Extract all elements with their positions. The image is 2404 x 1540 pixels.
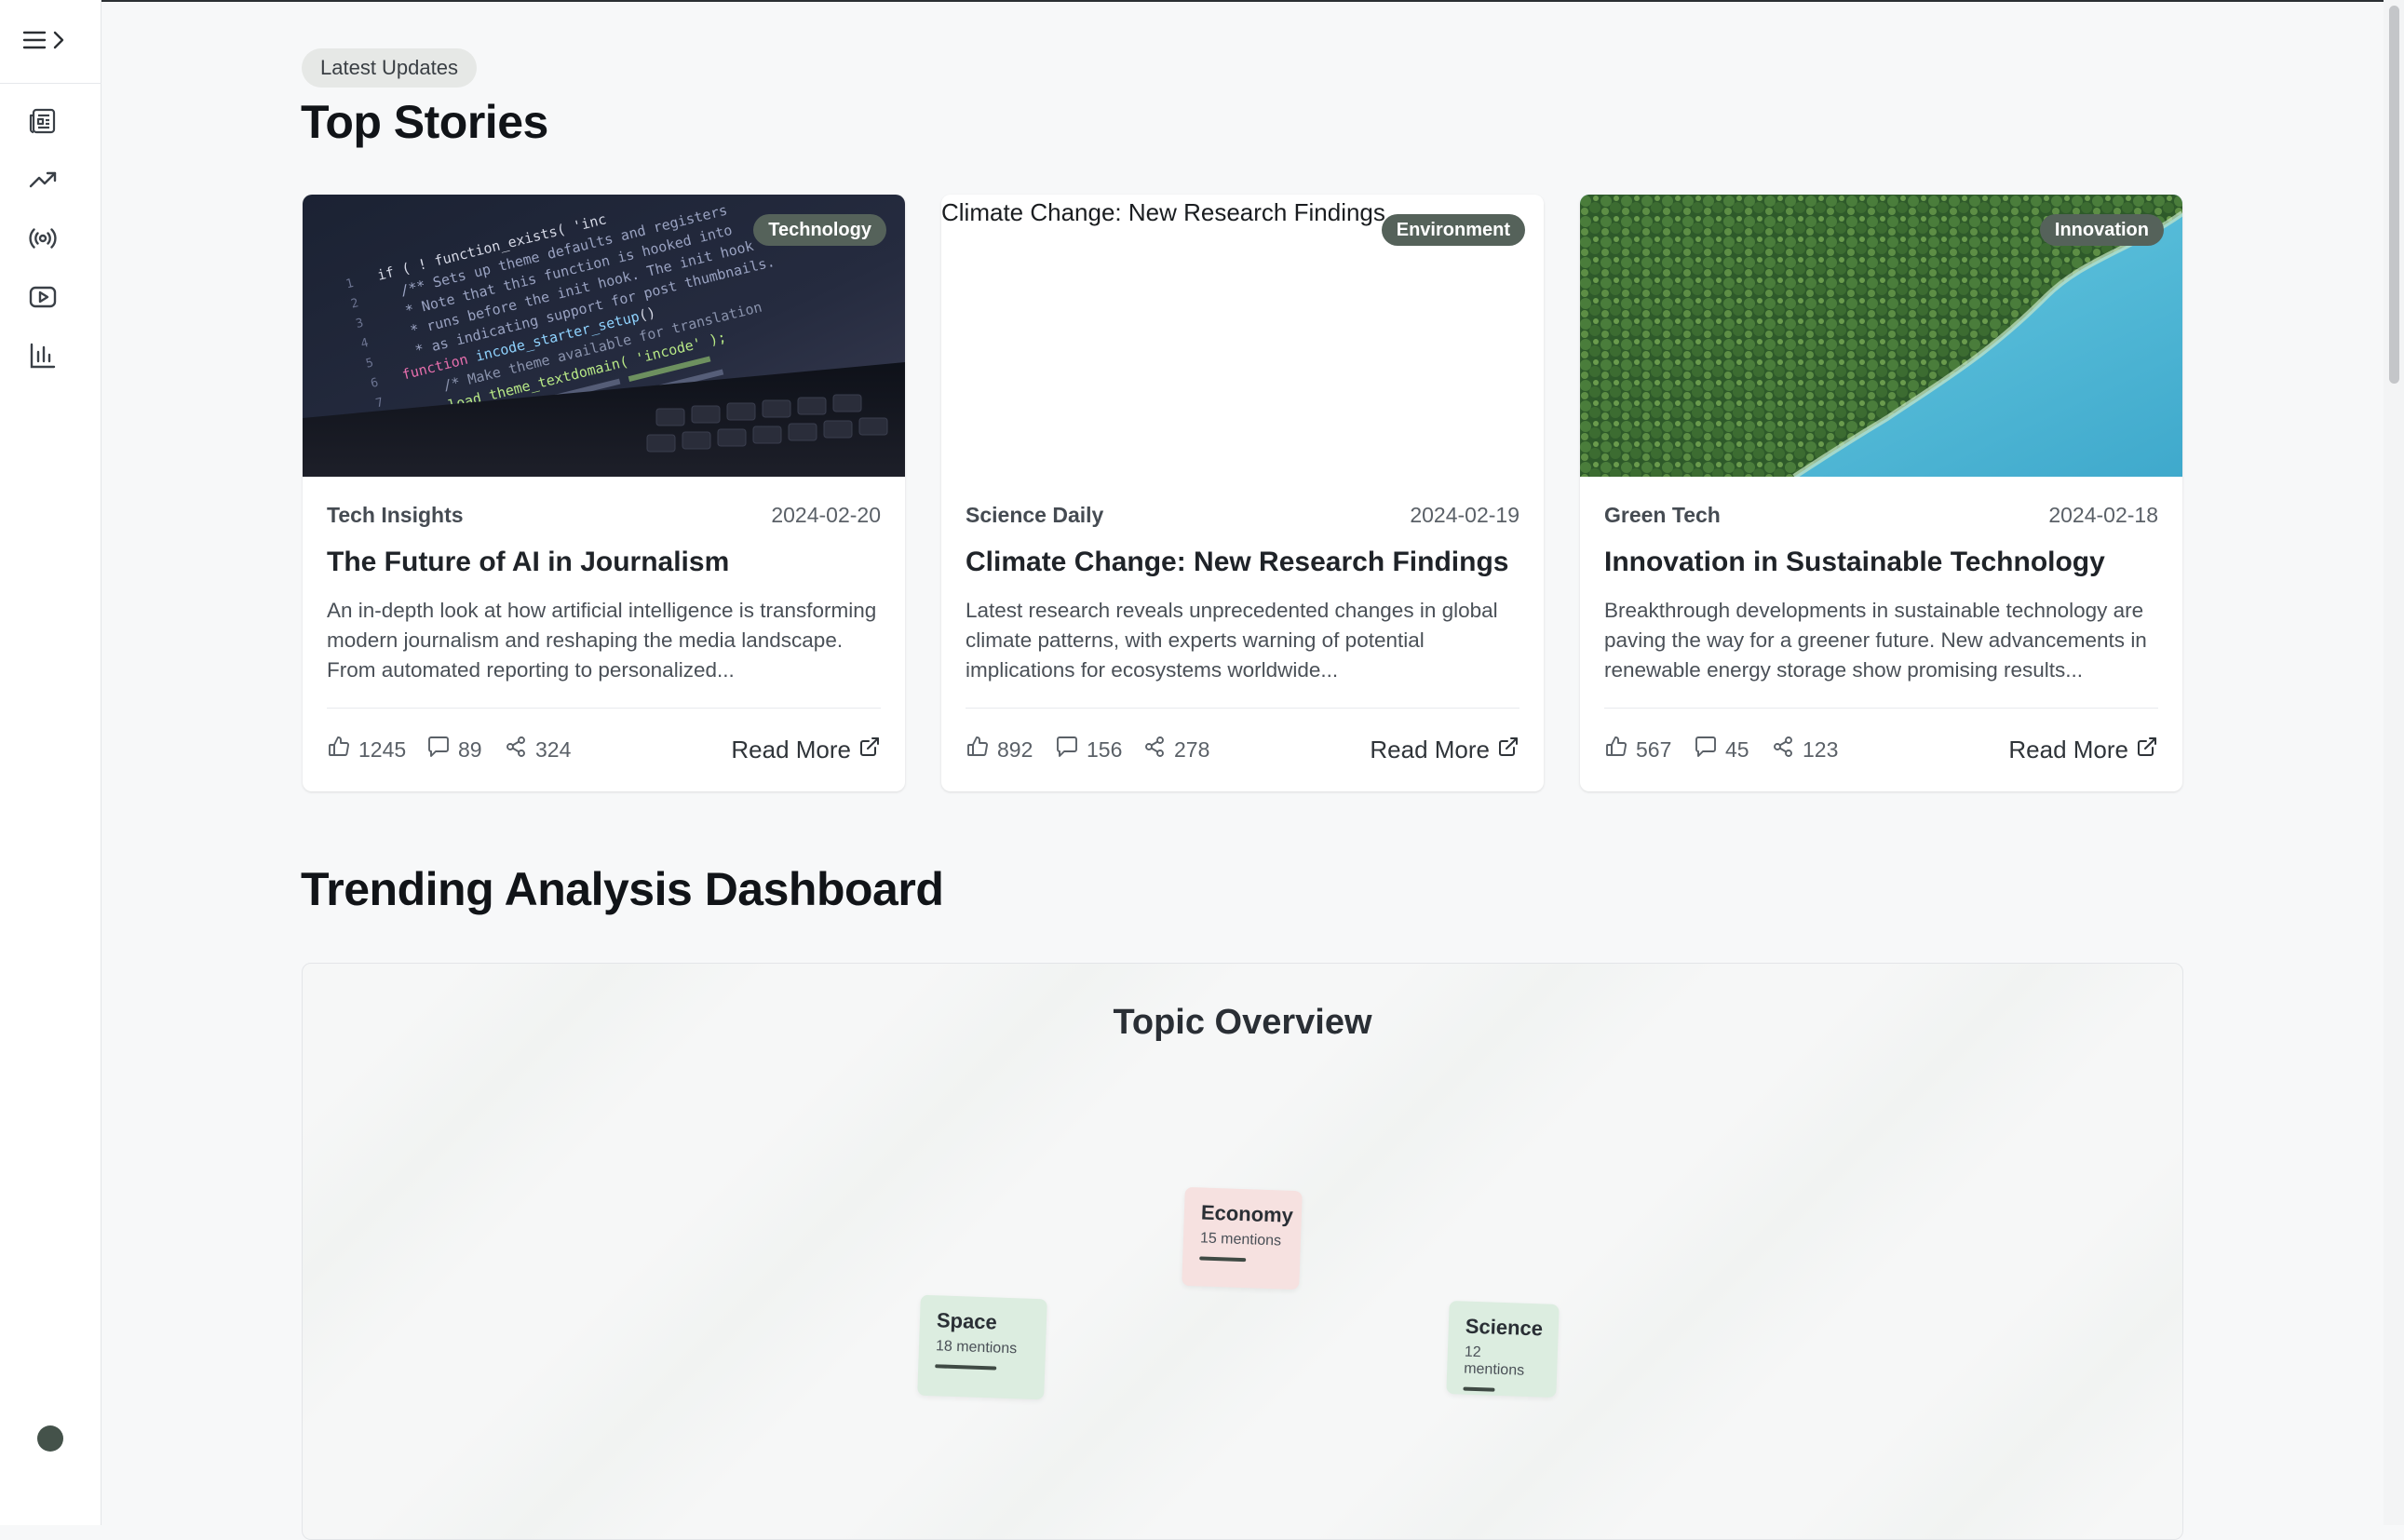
like-button[interactable]: 567: [1604, 736, 1671, 763]
story-source: Science Daily: [966, 503, 1104, 527]
story-date: 2024-02-20: [771, 503, 881, 527]
like-button[interactable]: 892: [966, 736, 1033, 763]
card-divider: [1604, 708, 2158, 709]
comment-count: 45: [1725, 736, 1749, 762]
panel-title: Topic Overview: [1113, 1003, 1372, 1042]
like-count: 567: [1636, 736, 1672, 762]
story-image-forest-lake: Innovation: [1580, 195, 2182, 477]
share-icon: [504, 735, 528, 764]
like-count: 1245: [358, 736, 407, 762]
external-link-icon: [858, 736, 881, 764]
sidebar-item-trending[interactable]: [26, 165, 60, 198]
story-excerpt: An in-depth look at how artificial intel…: [327, 599, 877, 682]
sidebar: [0, 0, 101, 1525]
image-alt-text: Climate Change: New Research Findings: [941, 198, 1385, 226]
topic-name: Science: [1465, 1314, 1544, 1341]
theme-toggle-button[interactable]: [37, 1425, 63, 1452]
story-date: 2024-02-19: [1410, 503, 1519, 527]
share-button[interactable]: 278: [1142, 736, 1209, 763]
category-badge: Environment: [1381, 214, 1525, 246]
read-more-label: Read More: [731, 735, 851, 763]
external-link-icon: [2136, 736, 2158, 764]
topic-name: Economy: [1200, 1200, 1294, 1227]
category-badge: Innovation: [2039, 214, 2164, 246]
share-count: 324: [535, 736, 572, 762]
topic-bar: [1199, 1256, 1247, 1263]
share-count: 123: [1803, 736, 1839, 762]
comment-count: 156: [1087, 736, 1123, 762]
window-top-border: [0, 0, 2404, 2]
like-button[interactable]: 1245: [327, 736, 406, 763]
comment-count: 89: [458, 736, 482, 762]
topic-name: Space: [936, 1308, 998, 1334]
sidebar-item-live[interactable]: [26, 223, 60, 257]
section-title: Trending Analysis Dashboard: [301, 863, 944, 915]
sidebar-divider: [0, 83, 101, 84]
bar-chart-icon: [28, 341, 58, 375]
story-source: Green Tech: [1604, 503, 1721, 527]
category-badge: Technology: [753, 214, 886, 246]
topic-card-science[interactable]: Science 12 mentions: [1446, 1300, 1560, 1398]
card-divider: [966, 708, 1519, 709]
comment-button[interactable]: 156: [1055, 736, 1122, 763]
story-card: Climate Change: New Research Findings En…: [941, 195, 1544, 791]
comment-button[interactable]: 45: [1694, 736, 1749, 763]
topic-mentions: 12 mentions: [1463, 1344, 1525, 1379]
read-more-label: Read More: [2008, 735, 2128, 763]
topic-overview-panel: Topic Overview Economy 15 mentions Space…: [302, 963, 2183, 1540]
thumbs-up-icon: [1604, 735, 1628, 764]
comment-icon: [1694, 735, 1718, 764]
topic-card-space[interactable]: Space 18 mentions: [917, 1294, 1047, 1400]
story-excerpt: Latest research reveals unprecedented ch…: [966, 599, 1498, 682]
external-link-icon: [1497, 736, 1519, 764]
trending-up-icon: [28, 165, 58, 199]
story-title[interactable]: Innovation in Sustainable Technology: [1604, 547, 2105, 578]
broadcast-icon: [28, 223, 58, 258]
video-icon: [28, 282, 58, 317]
topic-mentions: 18 mentions: [935, 1338, 1018, 1358]
topic-bar: [935, 1364, 997, 1371]
read-more-link[interactable]: Read More: [1370, 734, 1519, 765]
menu-icon: [22, 30, 47, 55]
share-icon: [1142, 735, 1167, 764]
chevron-right-icon: [52, 30, 65, 55]
read-more-label: Read More: [1370, 735, 1490, 763]
topic-card-economy[interactable]: Economy 15 mentions: [1182, 1186, 1303, 1290]
page-title: Top Stories: [301, 96, 548, 148]
card-divider: [327, 708, 881, 709]
story-date: 2024-02-18: [2048, 503, 2158, 527]
comment-icon: [426, 735, 451, 764]
story-title[interactable]: Climate Change: New Research Findings: [966, 547, 1508, 578]
thumbs-up-icon: [327, 735, 351, 764]
topic-mentions: 15 mentions: [1199, 1230, 1282, 1250]
story-source: Tech Insights: [327, 503, 464, 527]
comment-icon: [1055, 735, 1079, 764]
sidebar-item-analytics[interactable]: [26, 341, 60, 374]
share-button[interactable]: 324: [504, 736, 571, 763]
sidebar-toggle-button[interactable]: [22, 28, 73, 56]
latest-updates-pill: Latest Updates: [302, 48, 477, 88]
topic-bar: [1463, 1386, 1495, 1392]
read-more-link[interactable]: Read More: [731, 734, 881, 765]
story-title[interactable]: The Future of AI in Journalism: [327, 547, 729, 578]
story-card: Innovation Green Tech 2024-02-18 Innovat…: [1580, 195, 2182, 791]
story-image-broken: Climate Change: New Research Findings En…: [941, 195, 1544, 477]
sidebar-item-news[interactable]: [26, 106, 60, 140]
read-more-link[interactable]: Read More: [2008, 734, 2158, 765]
newspaper-icon: [28, 106, 58, 141]
share-icon: [1771, 735, 1795, 764]
story-image-code: 12345678 if ( ! function_exists( 'inc /*…: [303, 195, 905, 477]
sidebar-item-videos[interactable]: [26, 282, 60, 316]
thumbs-up-icon: [966, 735, 990, 764]
scrollbar-thumb[interactable]: [2389, 6, 2399, 384]
like-count: 892: [997, 736, 1033, 762]
share-count: 278: [1174, 736, 1210, 762]
comment-button[interactable]: 89: [426, 736, 482, 763]
share-button[interactable]: 123: [1771, 736, 1838, 763]
story-card: 12345678 if ( ! function_exists( 'inc /*…: [303, 195, 905, 791]
story-excerpt: Breakthrough developments in sustainable…: [1604, 599, 2147, 682]
